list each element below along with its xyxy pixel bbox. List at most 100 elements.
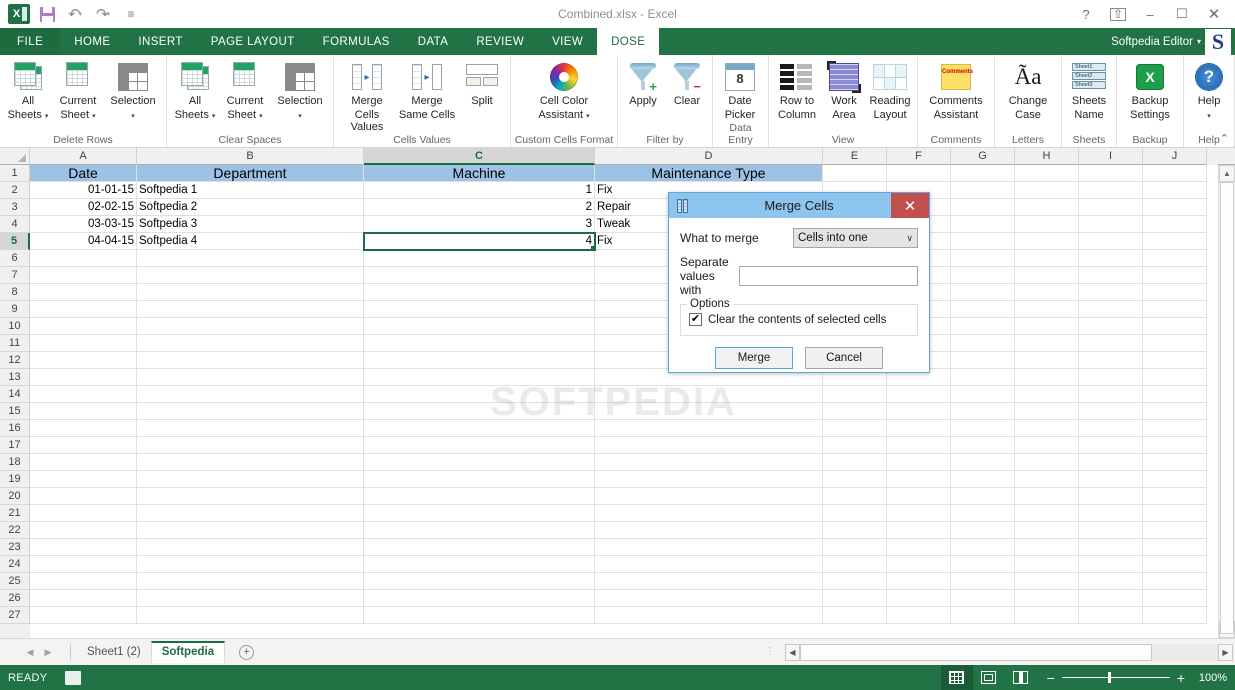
cell-i4[interactable] xyxy=(1079,216,1143,233)
row-header-4[interactable]: 4 xyxy=(0,216,30,233)
cell-j12[interactable] xyxy=(1143,352,1207,369)
cell-a9[interactable] xyxy=(30,301,137,318)
cell-j1[interactable] xyxy=(1143,165,1207,182)
zoom-in-button[interactable]: + xyxy=(1177,671,1185,685)
cell-c8[interactable] xyxy=(364,284,595,301)
row-header-8[interactable]: 8 xyxy=(0,284,30,301)
cell-b21[interactable] xyxy=(137,505,364,522)
cell-b19[interactable] xyxy=(137,471,364,488)
cell-e14[interactable] xyxy=(823,386,887,403)
cell-g13[interactable] xyxy=(951,369,1015,386)
cell-j22[interactable] xyxy=(1143,522,1207,539)
minimize-icon[interactable]: – xyxy=(1135,2,1165,26)
cell-j3[interactable] xyxy=(1143,199,1207,216)
cell-i20[interactable] xyxy=(1079,488,1143,505)
cell-b16[interactable] xyxy=(137,420,364,437)
cell-a6[interactable] xyxy=(30,250,137,267)
cell-i13[interactable] xyxy=(1079,369,1143,386)
scroll-up-button[interactable]: ▲ xyxy=(1219,165,1235,182)
delete-rows-selection[interactable]: Selection ▾ xyxy=(103,58,163,123)
column-header-j[interactable]: J xyxy=(1143,148,1207,165)
cell-b17[interactable] xyxy=(137,437,364,454)
vertical-scrollbar[interactable]: ▲ ▼ xyxy=(1218,165,1235,638)
cell-h6[interactable] xyxy=(1015,250,1079,267)
cell-a7[interactable] xyxy=(30,267,137,284)
cell-e21[interactable] xyxy=(823,505,887,522)
cell-d22[interactable] xyxy=(595,522,823,539)
cell-b25[interactable] xyxy=(137,573,364,590)
zoom-level-label[interactable]: 100% xyxy=(1193,672,1227,684)
cancel-button[interactable]: Cancel xyxy=(805,347,883,369)
backup-settings-button[interactable]: Backup Settings xyxy=(1120,58,1180,121)
cell-j5[interactable] xyxy=(1143,233,1207,250)
cell-i10[interactable] xyxy=(1079,318,1143,335)
cell-d15[interactable] xyxy=(595,403,823,420)
cell-j4[interactable] xyxy=(1143,216,1207,233)
dialog-close-button[interactable]: ✕ xyxy=(891,193,929,218)
tab-data[interactable]: DATA xyxy=(404,28,463,55)
cell-c16[interactable] xyxy=(364,420,595,437)
cell-h25[interactable] xyxy=(1015,573,1079,590)
column-header-a[interactable]: A xyxy=(30,148,137,165)
cell-d26[interactable] xyxy=(595,590,823,607)
what-to-merge-select[interactable]: Cells into one ∨ xyxy=(793,228,918,248)
cell-d14[interactable] xyxy=(595,386,823,403)
split-button[interactable]: Split xyxy=(457,58,507,108)
cell-b6[interactable] xyxy=(137,250,364,267)
cell-e26[interactable] xyxy=(823,590,887,607)
tab-formulas[interactable]: FORMULAS xyxy=(309,28,404,55)
tab-review[interactable]: REVIEW xyxy=(462,28,538,55)
cell-g5[interactable] xyxy=(951,233,1015,250)
cell-a21[interactable] xyxy=(30,505,137,522)
cell-j14[interactable] xyxy=(1143,386,1207,403)
date-picker-button[interactable]: 8 Date Picker xyxy=(716,58,764,121)
cell-b5[interactable]: Softpedia 4 xyxy=(137,233,364,250)
cell-f15[interactable] xyxy=(887,403,951,420)
cell-j18[interactable] xyxy=(1143,454,1207,471)
redo-icon[interactable]: ↷ ▾ xyxy=(90,3,116,25)
cell-g11[interactable] xyxy=(951,335,1015,352)
cell-e25[interactable] xyxy=(823,573,887,590)
cell-c7[interactable] xyxy=(364,267,595,284)
cell-h27[interactable] xyxy=(1015,607,1079,624)
cell-j21[interactable] xyxy=(1143,505,1207,522)
cell-f1[interactable] xyxy=(887,165,951,182)
cell-a10[interactable] xyxy=(30,318,137,335)
cell-f14[interactable] xyxy=(887,386,951,403)
clear-contents-row[interactable]: ✔ Clear the contents of selected cells xyxy=(689,313,909,326)
horizontal-scroll-thumb[interactable] xyxy=(800,643,1152,661)
zoom-slider[interactable] xyxy=(1061,672,1170,683)
column-header-b[interactable]: B xyxy=(137,148,364,165)
cell-b1[interactable]: Department xyxy=(137,165,364,182)
zoom-out-button[interactable]: − xyxy=(1047,671,1055,685)
cell-c15[interactable] xyxy=(364,403,595,420)
cell-b18[interactable] xyxy=(137,454,364,471)
page-layout-view-button[interactable] xyxy=(973,665,1005,690)
cell-f25[interactable] xyxy=(887,573,951,590)
sheets-name-button[interactable]: Sheet1 Sheet2 Sheet3 Sheets Name xyxy=(1065,58,1113,121)
cell-h7[interactable] xyxy=(1015,267,1079,284)
cell-g3[interactable] xyxy=(951,199,1015,216)
cell-g25[interactable] xyxy=(951,573,1015,590)
cell-f16[interactable] xyxy=(887,420,951,437)
tab-page-layout[interactable]: PAGE LAYOUT xyxy=(197,28,309,55)
cell-f22[interactable] xyxy=(887,522,951,539)
cell-i23[interactable] xyxy=(1079,539,1143,556)
cell-f26[interactable] xyxy=(887,590,951,607)
cell-i16[interactable] xyxy=(1079,420,1143,437)
cell-g14[interactable] xyxy=(951,386,1015,403)
clear-spaces-current-sheet[interactable]: Current Sheet ▾ xyxy=(220,58,270,123)
cell-c24[interactable] xyxy=(364,556,595,573)
clear-spaces-selection[interactable]: Selection ▾ xyxy=(270,58,330,123)
horizontal-scroll-track[interactable] xyxy=(800,643,1218,661)
cell-b9[interactable] xyxy=(137,301,364,318)
cell-c14[interactable] xyxy=(364,386,595,403)
cell-c10[interactable] xyxy=(364,318,595,335)
cell-j25[interactable] xyxy=(1143,573,1207,590)
cell-b2[interactable]: Softpedia 1 xyxy=(137,182,364,199)
merge-cells-values-button[interactable]: ▸ Merge Cells Values xyxy=(337,58,397,134)
row-header-21[interactable]: 21 xyxy=(0,505,30,522)
cell-a20[interactable] xyxy=(30,488,137,505)
cell-i21[interactable] xyxy=(1079,505,1143,522)
scroll-right-button[interactable]: ▶ xyxy=(1218,643,1233,661)
